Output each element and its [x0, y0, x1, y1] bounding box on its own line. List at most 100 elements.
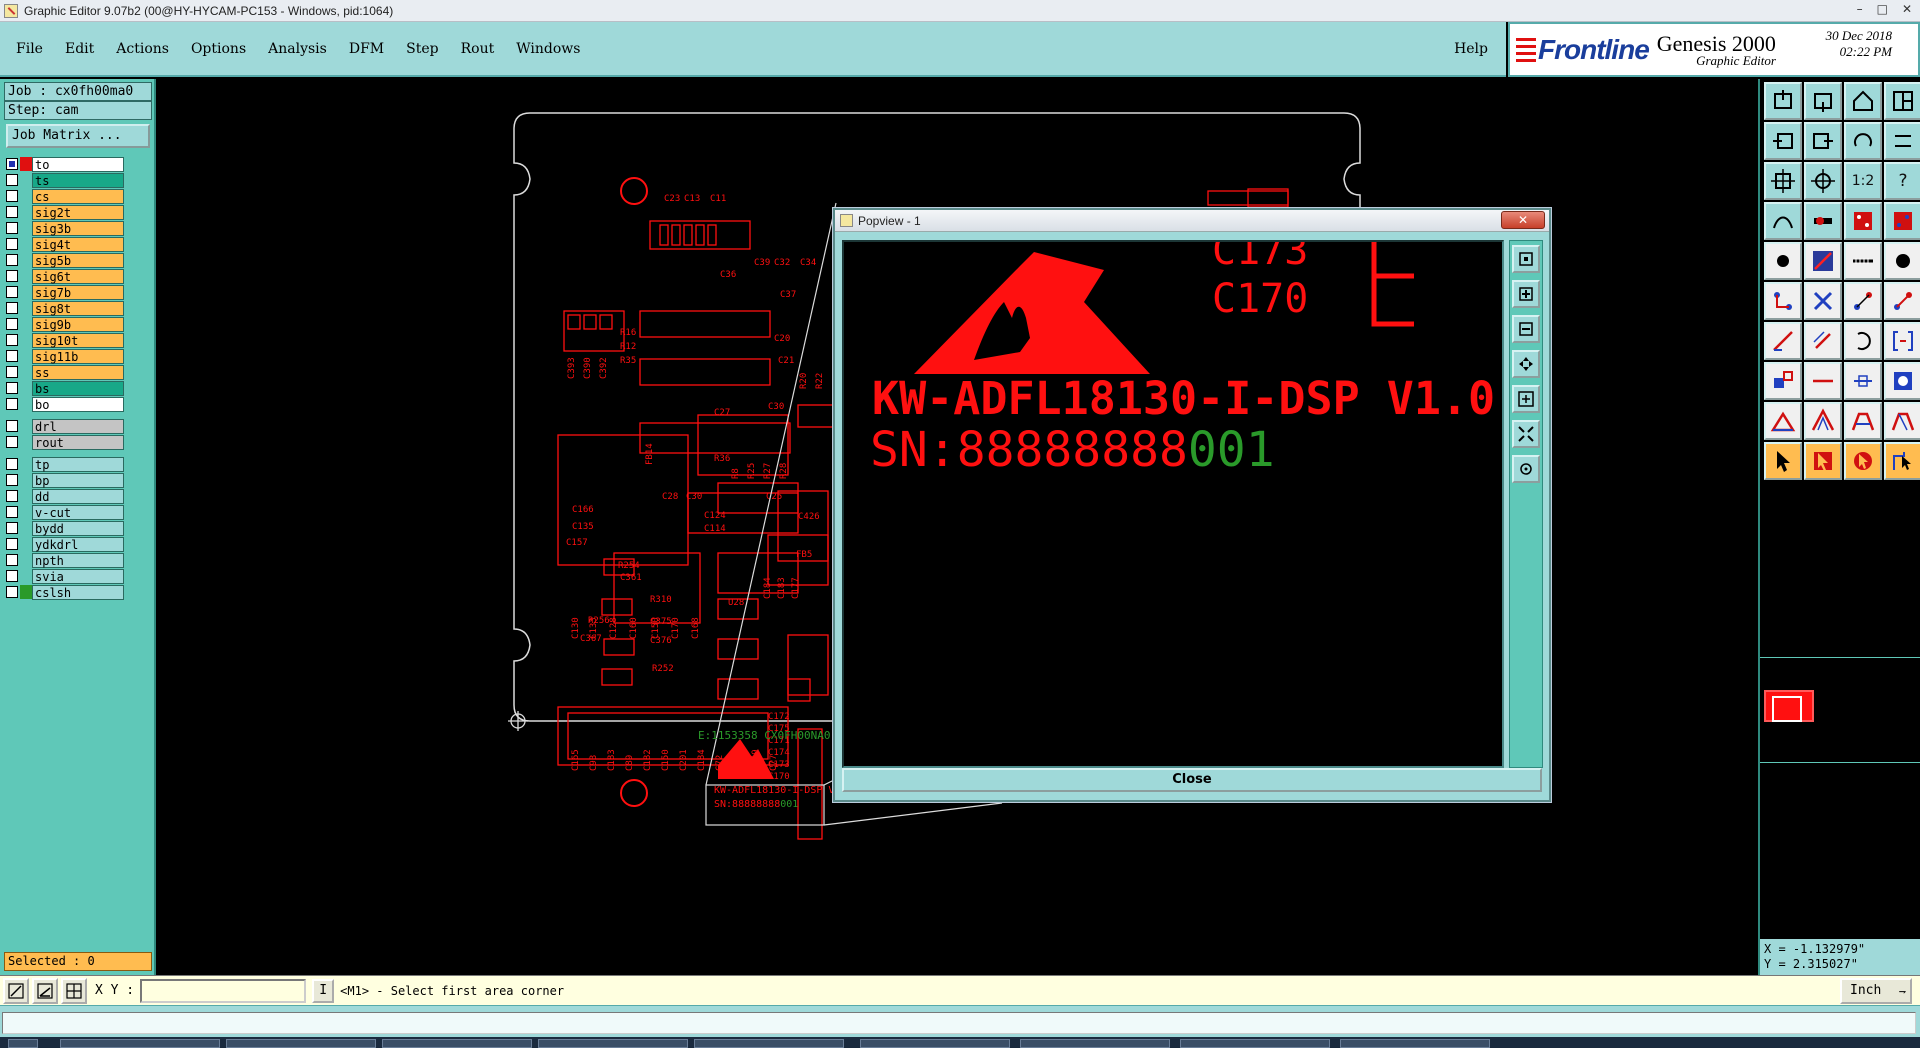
tool-measure-button[interactable]: [1804, 202, 1842, 240]
layer-row-tp[interactable]: tp: [6, 456, 124, 472]
close-window-button[interactable]: ✕: [1902, 2, 1912, 16]
tool-cap-button[interactable]: [1844, 402, 1882, 440]
maximize-button[interactable]: □: [1877, 2, 1888, 16]
taskbar-item[interactable]: [694, 1039, 844, 1048]
tool-rotate-button[interactable]: [1844, 122, 1882, 160]
layer-checkbox[interactable]: [6, 570, 18, 582]
layer-name[interactable]: sig3b: [32, 220, 124, 236]
prompt-info-button[interactable]: I: [312, 978, 335, 1003]
tool-zoom-fit-button[interactable]: [1764, 162, 1802, 200]
tool-pad-button[interactable]: [1764, 242, 1802, 280]
layer-checkbox[interactable]: [6, 318, 18, 330]
tool-cap2-button[interactable]: [1884, 402, 1920, 440]
layer-checkbox[interactable]: [6, 174, 18, 186]
layer-checkbox[interactable]: [6, 190, 18, 202]
popview-close-x-button[interactable]: ✕: [1501, 211, 1545, 229]
tool-scale-1-2-button[interactable]: 1:2: [1844, 162, 1882, 200]
tool-select-net-button[interactable]: [1884, 442, 1920, 480]
menu-windows[interactable]: Windows: [514, 39, 582, 59]
tool-select-circle-button[interactable]: [1844, 442, 1882, 480]
tool-mirror-button[interactable]: [1884, 122, 1920, 160]
layer-checkbox[interactable]: [6, 254, 18, 266]
layer-name[interactable]: svia: [32, 568, 124, 584]
tool-home-button[interactable]: [1844, 82, 1882, 120]
tool-help-button[interactable]: ?: [1884, 162, 1920, 200]
layer-checkbox[interactable]: [6, 158, 18, 170]
layer-checkbox[interactable]: [6, 586, 18, 598]
layer-name[interactable]: sig10t: [32, 332, 124, 348]
layer-row-bp[interactable]: bp: [6, 472, 124, 488]
layer-name[interactable]: bs: [32, 380, 124, 396]
popview-titlebar[interactable]: Popview - 1 ✕: [835, 210, 1549, 232]
tool-display-bottom-button[interactable]: [1804, 82, 1842, 120]
popview-pan-button[interactable]: [1512, 350, 1540, 378]
layer-name[interactable]: sig8t: [32, 300, 124, 316]
layer-checkbox[interactable]: [6, 382, 18, 394]
taskbar-item[interactable]: [538, 1039, 688, 1048]
layer-row-sig3b[interactable]: sig3b: [6, 220, 124, 236]
popview-zoom-view[interactable]: C173 C170 KW-ADFL18130-I-DSP V1.0 SN:888…: [842, 240, 1504, 768]
layer-name[interactable]: ts: [32, 172, 124, 188]
tool-select-button[interactable]: [1764, 442, 1802, 480]
taskbar-item[interactable]: [1020, 1039, 1170, 1048]
layer-row-bo[interactable]: bo: [6, 396, 124, 412]
menu-rout[interactable]: Rout: [459, 39, 497, 59]
menu-help[interactable]: Help: [1454, 41, 1488, 57]
layer-name[interactable]: cslsh: [32, 584, 124, 600]
popview-zoom-home-button[interactable]: [1512, 245, 1540, 273]
layer-row-v-cut[interactable]: v-cut: [6, 504, 124, 520]
layer-row-cs[interactable]: cs: [6, 188, 124, 204]
xy-input[interactable]: [140, 978, 307, 1003]
command-input[interactable]: [2, 1012, 1916, 1034]
layer-checkbox[interactable]: [6, 286, 18, 298]
menu-options[interactable]: Options: [189, 39, 248, 59]
menu-edit[interactable]: Edit: [63, 39, 96, 59]
units-select[interactable]: Inch: [1840, 978, 1912, 1004]
tool-move-left-button[interactable]: [1764, 122, 1802, 160]
popview-zoom-out-button[interactable]: [1512, 315, 1540, 343]
tool-segment2-button[interactable]: [1884, 282, 1920, 320]
layer-checkbox[interactable]: [6, 538, 18, 550]
tool-cross-button[interactable]: [1804, 282, 1842, 320]
tool-net-red-button[interactable]: [1844, 202, 1882, 240]
layer-checkbox[interactable]: [6, 302, 18, 314]
layer-row-ts[interactable]: ts: [6, 172, 124, 188]
layer-name[interactable]: rout: [32, 434, 124, 450]
tool-display-top-button[interactable]: [1764, 82, 1802, 120]
tool-ruler-button[interactable]: [1844, 242, 1882, 280]
tool-draw-angle-button[interactable]: [1804, 322, 1842, 360]
layer-row-sig5b[interactable]: sig5b: [6, 252, 124, 268]
popview-fit-button[interactable]: [1512, 385, 1540, 413]
layer-row-bs[interactable]: bs: [6, 380, 124, 396]
layer-checkbox[interactable]: [6, 270, 18, 282]
layer-name[interactable]: to: [32, 156, 124, 172]
tool-spike-button[interactable]: [1804, 402, 1842, 440]
layer-checkbox[interactable]: [6, 506, 18, 518]
layer-row-sig10t[interactable]: sig10t: [6, 332, 124, 348]
tool-segment-button[interactable]: [1844, 282, 1882, 320]
layer-checkbox[interactable]: [6, 436, 18, 448]
layer-checkbox[interactable]: [6, 398, 18, 410]
layer-checkbox[interactable]: [6, 206, 18, 218]
popview-zoom-in-button[interactable]: [1512, 280, 1540, 308]
layer-name[interactable]: v-cut: [32, 504, 124, 520]
tool-bracket-button[interactable]: [1884, 322, 1920, 360]
layer-row-sig9b[interactable]: sig9b: [6, 316, 124, 332]
tool-pad-group-button[interactable]: [1764, 362, 1802, 400]
tool-split-view-button[interactable]: [1884, 82, 1920, 120]
layer-row-ydkdrl[interactable]: ydkdrl: [6, 536, 124, 552]
layer-name[interactable]: bo: [32, 396, 124, 412]
tool-line-button[interactable]: [1804, 242, 1842, 280]
grid-mode-button[interactable]: [32, 977, 58, 1004]
taskbar-item[interactable]: [382, 1039, 532, 1048]
layer-name[interactable]: npth: [32, 552, 124, 568]
layer-checkbox[interactable]: [6, 350, 18, 362]
layer-row-sig7b[interactable]: sig7b: [6, 284, 124, 300]
layer-name[interactable]: bp: [32, 472, 124, 488]
tool-h-line-button[interactable]: [1804, 362, 1842, 400]
tool-draw-line-button[interactable]: [1764, 322, 1802, 360]
layer-name[interactable]: sig2t: [32, 204, 124, 220]
layer-name[interactable]: ss: [32, 364, 124, 380]
menu-analysis[interactable]: Analysis: [266, 39, 329, 59]
layer-row-to[interactable]: to: [6, 156, 124, 172]
